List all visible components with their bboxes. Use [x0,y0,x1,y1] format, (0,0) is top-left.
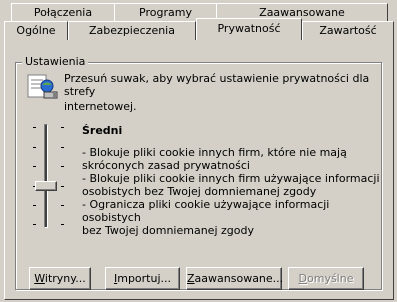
tab-label: Ogólne [16,24,56,37]
description-line: skróconych zasad prywatności [82,159,250,172]
privacy-slider-track[interactable] [44,124,48,228]
slider-tick [61,166,64,167]
button-mnemonic: W [34,272,45,285]
button-label: omyślne [307,272,354,285]
slider-tick [33,224,36,225]
slider-tick [33,127,36,128]
description-line: - Blokuje pliki cookie innych firm, któr… [82,146,347,159]
slider-tick [61,205,64,206]
intro-line: internetowej. [64,100,137,113]
tab-general[interactable]: Ogólne [4,21,68,40]
import-button[interactable]: Importuj... [105,267,180,290]
button-label: itryny... [44,272,86,285]
tab-label: Prywatność [217,22,281,35]
button-label: mportuj... [117,272,172,285]
sites-button[interactable]: Witryny... [29,267,91,290]
button-mnemonic: Z [187,272,195,285]
button-mnemonic: D [298,272,307,285]
slider-tick [61,127,64,128]
tab-privacy[interactable]: Prywatność [196,18,302,40]
tab-security[interactable]: Zabezpieczenia [68,21,196,40]
button-label: aawansowane... [194,272,284,285]
slider-tick [61,186,64,187]
privacy-level-description: - Blokuje pliki cookie innych firm, któr… [82,146,382,237]
groupbox-label: Ustawienia [22,55,89,68]
description-line: - Ogranicza pliki cookie używające infor… [82,198,330,224]
intro-text: Przesuń suwak, aby wybrać ustawienie pry… [64,72,384,113]
tab-content[interactable]: Zawartość [302,21,394,40]
privacy-level-title: Średni [82,124,123,137]
tab-label: Zawartość [319,24,377,37]
intro-line: Przesuń suwak, aby wybrać ustawienie pry… [64,72,370,98]
slider-tick [33,205,36,206]
privacy-slider-thumb[interactable] [35,181,57,191]
advanced-button[interactable]: Zaawansowane... [186,267,284,290]
description-line: bez Twojej domniemanej zgody [82,224,254,237]
privacy-icon [25,71,59,103]
tab-label: Programy [139,6,192,19]
slider-tick [61,224,64,225]
description-line: - Blokuje pliki cookie innych firm używa… [82,172,380,185]
tab-label: Połączenia [33,6,93,19]
slider-tick [33,147,36,148]
tab-connections[interactable]: Połączenia [11,3,115,22]
description-line: osobistych bez Twojej domniemanej zgody [82,185,317,198]
slider-tick [61,147,64,148]
slider-tick [33,166,36,167]
tab-label: Zabezpieczenia [89,24,175,37]
default-button[interactable]: Domyślne [288,267,364,290]
